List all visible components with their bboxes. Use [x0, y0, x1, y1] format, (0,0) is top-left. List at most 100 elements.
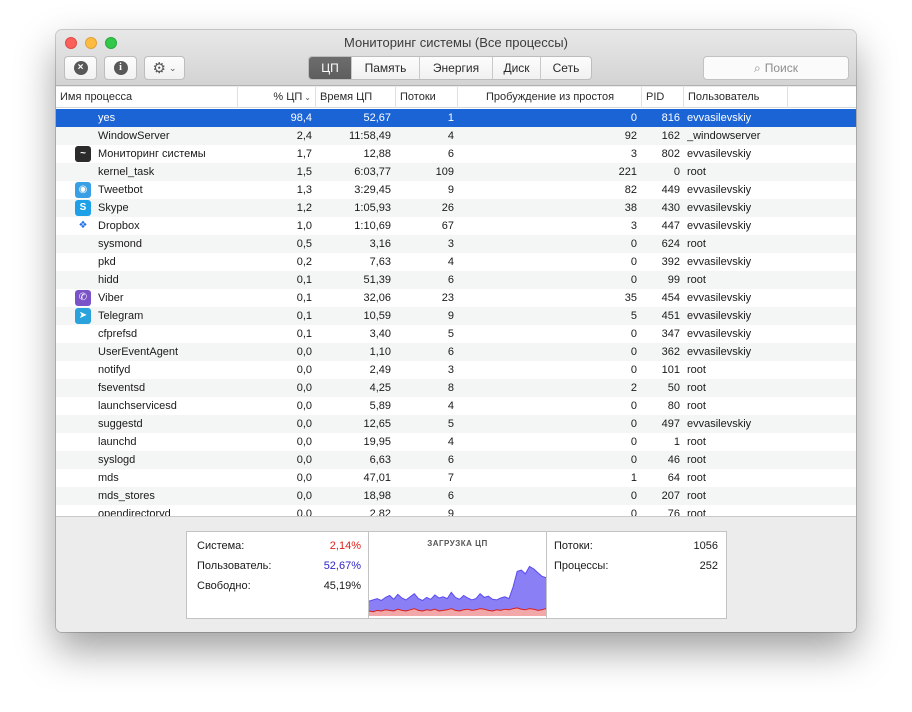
process-cpu-time: 3,16	[369, 238, 391, 250]
column-header-cpu[interactable]: % ЦП ⌄	[238, 87, 316, 108]
process-user: evvasilevskiy	[687, 184, 752, 196]
search-field[interactable]: ⌕ Поиск	[703, 56, 849, 80]
process-cpu-percent: 1,2	[296, 202, 312, 214]
table-row[interactable]: notifyd 0,0 2,49 3 0 101 root	[56, 361, 856, 379]
table-row[interactable]: UserEventAgent 0,0 1,10 6 0 362 evvasilevskiy	[56, 343, 856, 361]
table-row[interactable]: sysmond 0,5 3,16 3 0 624 root	[56, 235, 856, 253]
actions-menu-button[interactable]: ⚙ ⌄	[144, 56, 185, 80]
table-row[interactable]: mds_stores 0,0 18,98 6 0 207 root	[56, 487, 856, 505]
column-header-idle-wakeups[interactable]: Пробуждение из простоя	[458, 87, 642, 108]
process-name: kernel_task	[98, 166, 155, 178]
process-user: root	[687, 274, 706, 286]
process-cpu-time: 12,88	[363, 148, 391, 160]
stat-user: Пользователь: 52,67%	[197, 558, 361, 574]
cpu-summary-area: Система: 2,14% Пользователь: 52,67% Своб…	[56, 516, 856, 632]
table-row[interactable]: fseventsd 0,0 4,25 8 2 50 root	[56, 379, 856, 397]
process-pid: 1	[673, 436, 680, 448]
process-idle-wakeups: 0	[630, 490, 637, 502]
table-row[interactable]: hidd 0,1 51,39 6 0 99 root	[56, 271, 856, 289]
process-user: evvasilevskiy	[687, 310, 752, 322]
process-threads: 4	[447, 400, 454, 412]
table-row[interactable]: S Skype 1,2 1:05,93 26 38 430 evvasilevskiy	[56, 199, 856, 217]
search-icon: ⌕	[754, 60, 761, 75]
stat-user-value: 52,67%	[323, 560, 361, 572]
tweetbot-icon: ◉	[75, 182, 91, 198]
table-row[interactable]: ~ Мониторинг системы 1,7 12,88 6 3 802 evvasile…	[56, 145, 856, 163]
process-idle-wakeups: 0	[630, 112, 637, 124]
inspect-process-button[interactable]: i	[104, 56, 137, 80]
table-row[interactable]: suggestd 0,0 12,65 5 0 497 evvasilevskiy	[56, 415, 856, 433]
table-row[interactable]: ✆ Viber 0,1 32,06 23 35 454 evvasilevskiy	[56, 289, 856, 307]
column-header-name[interactable]: Имя процесса	[56, 87, 238, 108]
table-row[interactable]: yes 98,4 52,67 1 0 816 evvasilevskiy	[56, 109, 856, 127]
process-cpu-time: 7,63	[369, 256, 391, 268]
process-cpu-time: 2,49	[369, 364, 391, 376]
search-placeholder: Поиск	[764, 61, 798, 75]
table-header: Имя процесса % ЦП ⌄ Время ЦП Потоки Пробу…	[56, 87, 856, 108]
process-name: Skype	[98, 202, 129, 214]
process-cpu-percent: 0,0	[296, 346, 312, 358]
process-cpu-percent: 0,0	[296, 418, 312, 430]
process-idle-wakeups: 0	[630, 454, 637, 466]
table-row[interactable]: ➤ Telegram 0,1 10,59 9 5 451 evvasilevskiy	[56, 307, 856, 325]
process-pid: 207	[661, 490, 680, 502]
table-row[interactable]: ❖ Dropbox 1,0 1:10,69 67 3 447 evvasilevskiy	[56, 217, 856, 235]
process-idle-wakeups: 35	[624, 292, 637, 304]
cpu-load-graph	[369, 565, 546, 616]
process-threads: 6	[447, 490, 454, 502]
table-row[interactable]: launchservicesd 0,0 5,89 4 0 80 root	[56, 397, 856, 415]
process-pid: 362	[661, 346, 680, 358]
process-idle-wakeups: 0	[630, 400, 637, 412]
sort-descending-icon: ⌄	[304, 93, 311, 102]
process-cpu-percent: 1,5	[296, 166, 312, 178]
process-threads: 26	[441, 202, 454, 214]
process-name: Telegram	[98, 310, 144, 322]
column-header-user[interactable]: Пользователь	[684, 87, 788, 108]
process-user: root	[687, 490, 706, 502]
tab-cpu[interactable]: ЦП	[309, 57, 352, 79]
process-name: Tweetbot	[98, 184, 143, 196]
process-cpu-time: 12,65	[363, 418, 391, 430]
stat-user-label: Пользователь:	[197, 560, 272, 572]
column-header-pid[interactable]: PID	[642, 87, 684, 108]
table-row[interactable]: syslogd 0,0 6,63 6 0 46 root	[56, 451, 856, 469]
table-row[interactable]: ◉ Tweetbot 1,3 3:29,45 9 82 449 evvasilevskiy	[56, 181, 856, 199]
process-cpu-percent: 98,4	[290, 112, 312, 124]
table-row[interactable]: pkd 0,2 7,63 4 0 392 evvasilevskiy	[56, 253, 856, 271]
process-cpu-time: 51,39	[363, 274, 391, 286]
tab-network[interactable]: Сеть	[541, 57, 591, 79]
table-row[interactable]: kernel_task 1,5 6:03,77 109 221 0 root	[56, 163, 856, 181]
process-name: mds	[98, 472, 119, 484]
process-idle-wakeups: 82	[624, 184, 637, 196]
tab-disk[interactable]: Диск	[493, 57, 541, 79]
column-header-threads[interactable]: Потоки	[396, 87, 458, 108]
table-row[interactable]: cfprefsd 0,1 3,40 5 0 347 evvasilevskiy	[56, 325, 856, 343]
column-header-cpu-time[interactable]: Время ЦП	[316, 87, 396, 108]
stop-process-button[interactable]: ×	[64, 56, 97, 80]
tab-energy[interactable]: Энергия	[420, 57, 493, 79]
process-threads: 5	[447, 328, 454, 340]
table-row[interactable]: launchd 0,0 19,95 4 0 1 root	[56, 433, 856, 451]
table-row[interactable]: WindowServer 2,4 11:58,49 4 92 162 _windowserv…	[56, 127, 856, 145]
process-cpu-percent: 1,7	[296, 148, 312, 160]
table-row[interactable]: opendirectoryd 0,0 2,82 9 0 76 root	[56, 505, 856, 516]
dropbox-icon: ❖	[75, 218, 91, 234]
process-name: UserEventAgent	[98, 346, 179, 358]
process-cpu-time: 6,63	[369, 454, 391, 466]
process-user: root	[687, 382, 706, 394]
process-pid: 802	[661, 148, 680, 160]
process-pid: 497	[661, 418, 680, 430]
process-idle-wakeups: 0	[630, 256, 637, 268]
process-name: Dropbox	[98, 220, 140, 232]
process-user: root	[687, 364, 706, 376]
process-cpu-percent: 0,1	[296, 328, 312, 340]
process-name: syslogd	[98, 454, 136, 466]
table-row[interactable]: mds 0,0 47,01 7 1 64 root	[56, 469, 856, 487]
gear-icon: ⚙	[152, 59, 166, 77]
viber-icon: ✆	[75, 290, 91, 306]
tab-memory[interactable]: Память	[352, 57, 420, 79]
process-pid: 46	[667, 454, 680, 466]
process-threads: 8	[447, 382, 454, 394]
process-name: cfprefsd	[98, 328, 138, 340]
process-cpu-percent: 0,0	[296, 490, 312, 502]
